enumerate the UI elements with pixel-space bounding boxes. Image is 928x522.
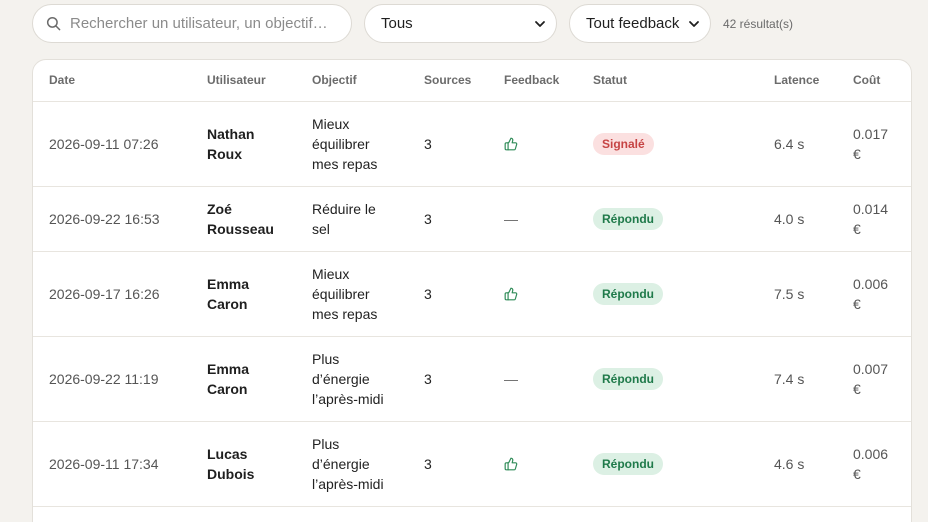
cell-goal: Mieux équilibrer mes repas: [312, 265, 378, 322]
cell-goal: Plus d’énergie l’après-midi: [312, 435, 384, 492]
table-row[interactable]: 2026-09-17 16:26 Emma Caron Mieux équili…: [33, 251, 911, 337]
cell-latency: 4.0 s: [758, 186, 837, 252]
cell-date: 2026-09-11 17:34: [33, 421, 191, 507]
cell-sources: 3: [408, 101, 488, 187]
cell-date: 2026-09-22 11:19: [33, 336, 191, 422]
column-header-feedback[interactable]: Feedback: [488, 60, 577, 102]
status-badge: Répondu: [593, 207, 663, 230]
search-box[interactable]: [32, 4, 352, 43]
status-badge: Répondu: [593, 282, 663, 305]
thumbs-up-icon: [504, 287, 518, 300]
table-header-row: Date Utilisateur Objectif Sources Feedba…: [33, 60, 911, 102]
status-filter-select[interactable]: Tous: [364, 4, 557, 43]
cell-cost: 0.006 €: [853, 445, 889, 482]
cell-sources: 3: [408, 421, 488, 507]
thumbs-up-icon: [504, 457, 518, 470]
table-row[interactable]: 2026-09-22 11:19 Emma Caron Plus d’énerg…: [33, 336, 911, 422]
column-header-latency[interactable]: Latence: [758, 60, 837, 102]
results-table: Date Utilisateur Objectif Sources Feedba…: [33, 60, 911, 522]
cell-goal: Réduire le sel: [312, 200, 376, 237]
cell-goal: Plus d’énergie l’après-midi: [312, 350, 384, 407]
thumbs-up-icon: [504, 137, 518, 150]
result-count: 42 résultat(s): [723, 16, 794, 31]
status-badge: Signalé: [593, 132, 654, 155]
feedback-filter-value: Tout feedback: [586, 15, 680, 32]
cell-latency: 6.4 s: [758, 101, 837, 187]
cell-cost: 0.014 €: [853, 200, 889, 237]
cell-goal: Mieux équilibrer mes repas: [312, 115, 378, 172]
cell-user: Lucas Dubois: [207, 445, 255, 482]
cell-latency: 7.4 s: [758, 336, 837, 422]
column-header-status[interactable]: Statut: [577, 60, 758, 102]
toolbar: Tous Tout feedback 42 résultat(s): [32, 4, 793, 43]
results-table-card: Date Utilisateur Objectif Sources Feedba…: [32, 59, 912, 522]
cell-user: Nathan Roux: [207, 125, 255, 162]
cell-feedback-empty: —: [488, 336, 577, 422]
cell-sources: 3: [408, 251, 488, 337]
column-header-user[interactable]: Utilisateur: [191, 60, 296, 102]
cell-sources: 3: [408, 186, 488, 252]
status-filter-value: Tous: [381, 15, 413, 32]
cell-sources: 3: [408, 336, 488, 422]
cell-user: Emma Caron: [207, 360, 250, 397]
table-row[interactable]: 2026-09-11 07:26 Nathan Roux Mieux équil…: [33, 101, 911, 187]
cell-date: 2026-09-17 16:26: [33, 251, 191, 337]
status-badge: Répondu: [593, 367, 663, 390]
chevron-down-icon: [535, 20, 545, 27]
column-header-goal[interactable]: Objectif: [296, 60, 408, 102]
cell-user: Zoé Rousseau: [207, 200, 274, 237]
column-header-sources[interactable]: Sources: [408, 60, 488, 102]
feedback-filter-select[interactable]: Tout feedback: [569, 4, 711, 43]
column-header-date[interactable]: Date: [33, 60, 191, 102]
cell-latency: 4.6 s: [758, 421, 837, 507]
cell-latency: 7.5 s: [758, 251, 837, 337]
search-icon: [46, 16, 61, 31]
table-row[interactable]: 2026-09-22 16:53 Zoé Rousseau Réduire le…: [33, 186, 911, 252]
column-header-cost[interactable]: Coût: [837, 60, 911, 102]
cell-cost: 0.006 €: [853, 275, 889, 312]
cell-date: 2026-09-22 16:53: [33, 186, 191, 252]
chevron-down-icon: [689, 20, 699, 27]
cell-cost: 0.017 €: [853, 125, 889, 162]
table-row[interactable]: 2026-09-11 17:34 Lucas Dubois Plus d’éne…: [33, 421, 911, 507]
cell-feedback-empty: —: [488, 186, 577, 252]
table-row-partial[interactable]: [33, 506, 911, 522]
search-input[interactable]: [70, 15, 340, 32]
cell-user: Emma Caron: [207, 275, 250, 312]
status-badge: Répondu: [593, 452, 663, 475]
cell-cost: 0.007 €: [853, 360, 889, 397]
cell-date: 2026-09-11 07:26: [33, 101, 191, 187]
